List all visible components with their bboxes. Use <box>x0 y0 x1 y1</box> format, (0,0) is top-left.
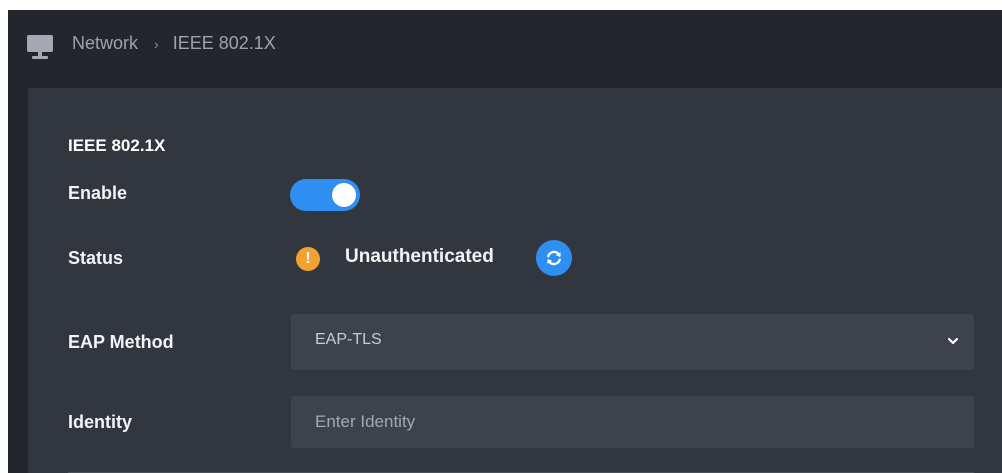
monitor-icon <box>27 35 53 59</box>
identity-label: Identity <box>68 412 133 432</box>
app-window: Network › IEEE 802.1X IEEE 802.1X Enable… <box>8 10 1002 473</box>
refresh-glyph-icon <box>547 250 561 266</box>
chevron-down-icon <box>947 337 959 345</box>
eap-method-value: EAP-TLS <box>315 331 382 348</box>
breadcrumb-network[interactable]: Network <box>72 33 138 54</box>
identity-input[interactable] <box>291 396 974 448</box>
section-title: IEEE 802.1X <box>68 136 166 155</box>
eap-method-label: EAP Method <box>68 332 174 352</box>
settings-panel: IEEE 802.1X Enable Status ! Unauthentica… <box>28 88 1002 473</box>
eap-method-select[interactable]: EAP-TLS <box>291 314 974 370</box>
top-bar: Network › IEEE 802.1X <box>8 10 1002 80</box>
refresh-icon[interactable] <box>536 240 572 276</box>
status-value: Unauthenticated <box>345 246 494 267</box>
warning-icon: ! <box>296 247 320 271</box>
toggle-knob <box>332 183 356 207</box>
breadcrumb-current: IEEE 802.1X <box>172 33 276 53</box>
status-label: Status <box>68 248 124 268</box>
chevron-right-icon: › <box>154 35 159 52</box>
enable-toggle[interactable] <box>290 179 360 211</box>
breadcrumb: Network › IEEE 802.1X <box>72 33 276 54</box>
enable-label: Enable <box>68 183 128 203</box>
